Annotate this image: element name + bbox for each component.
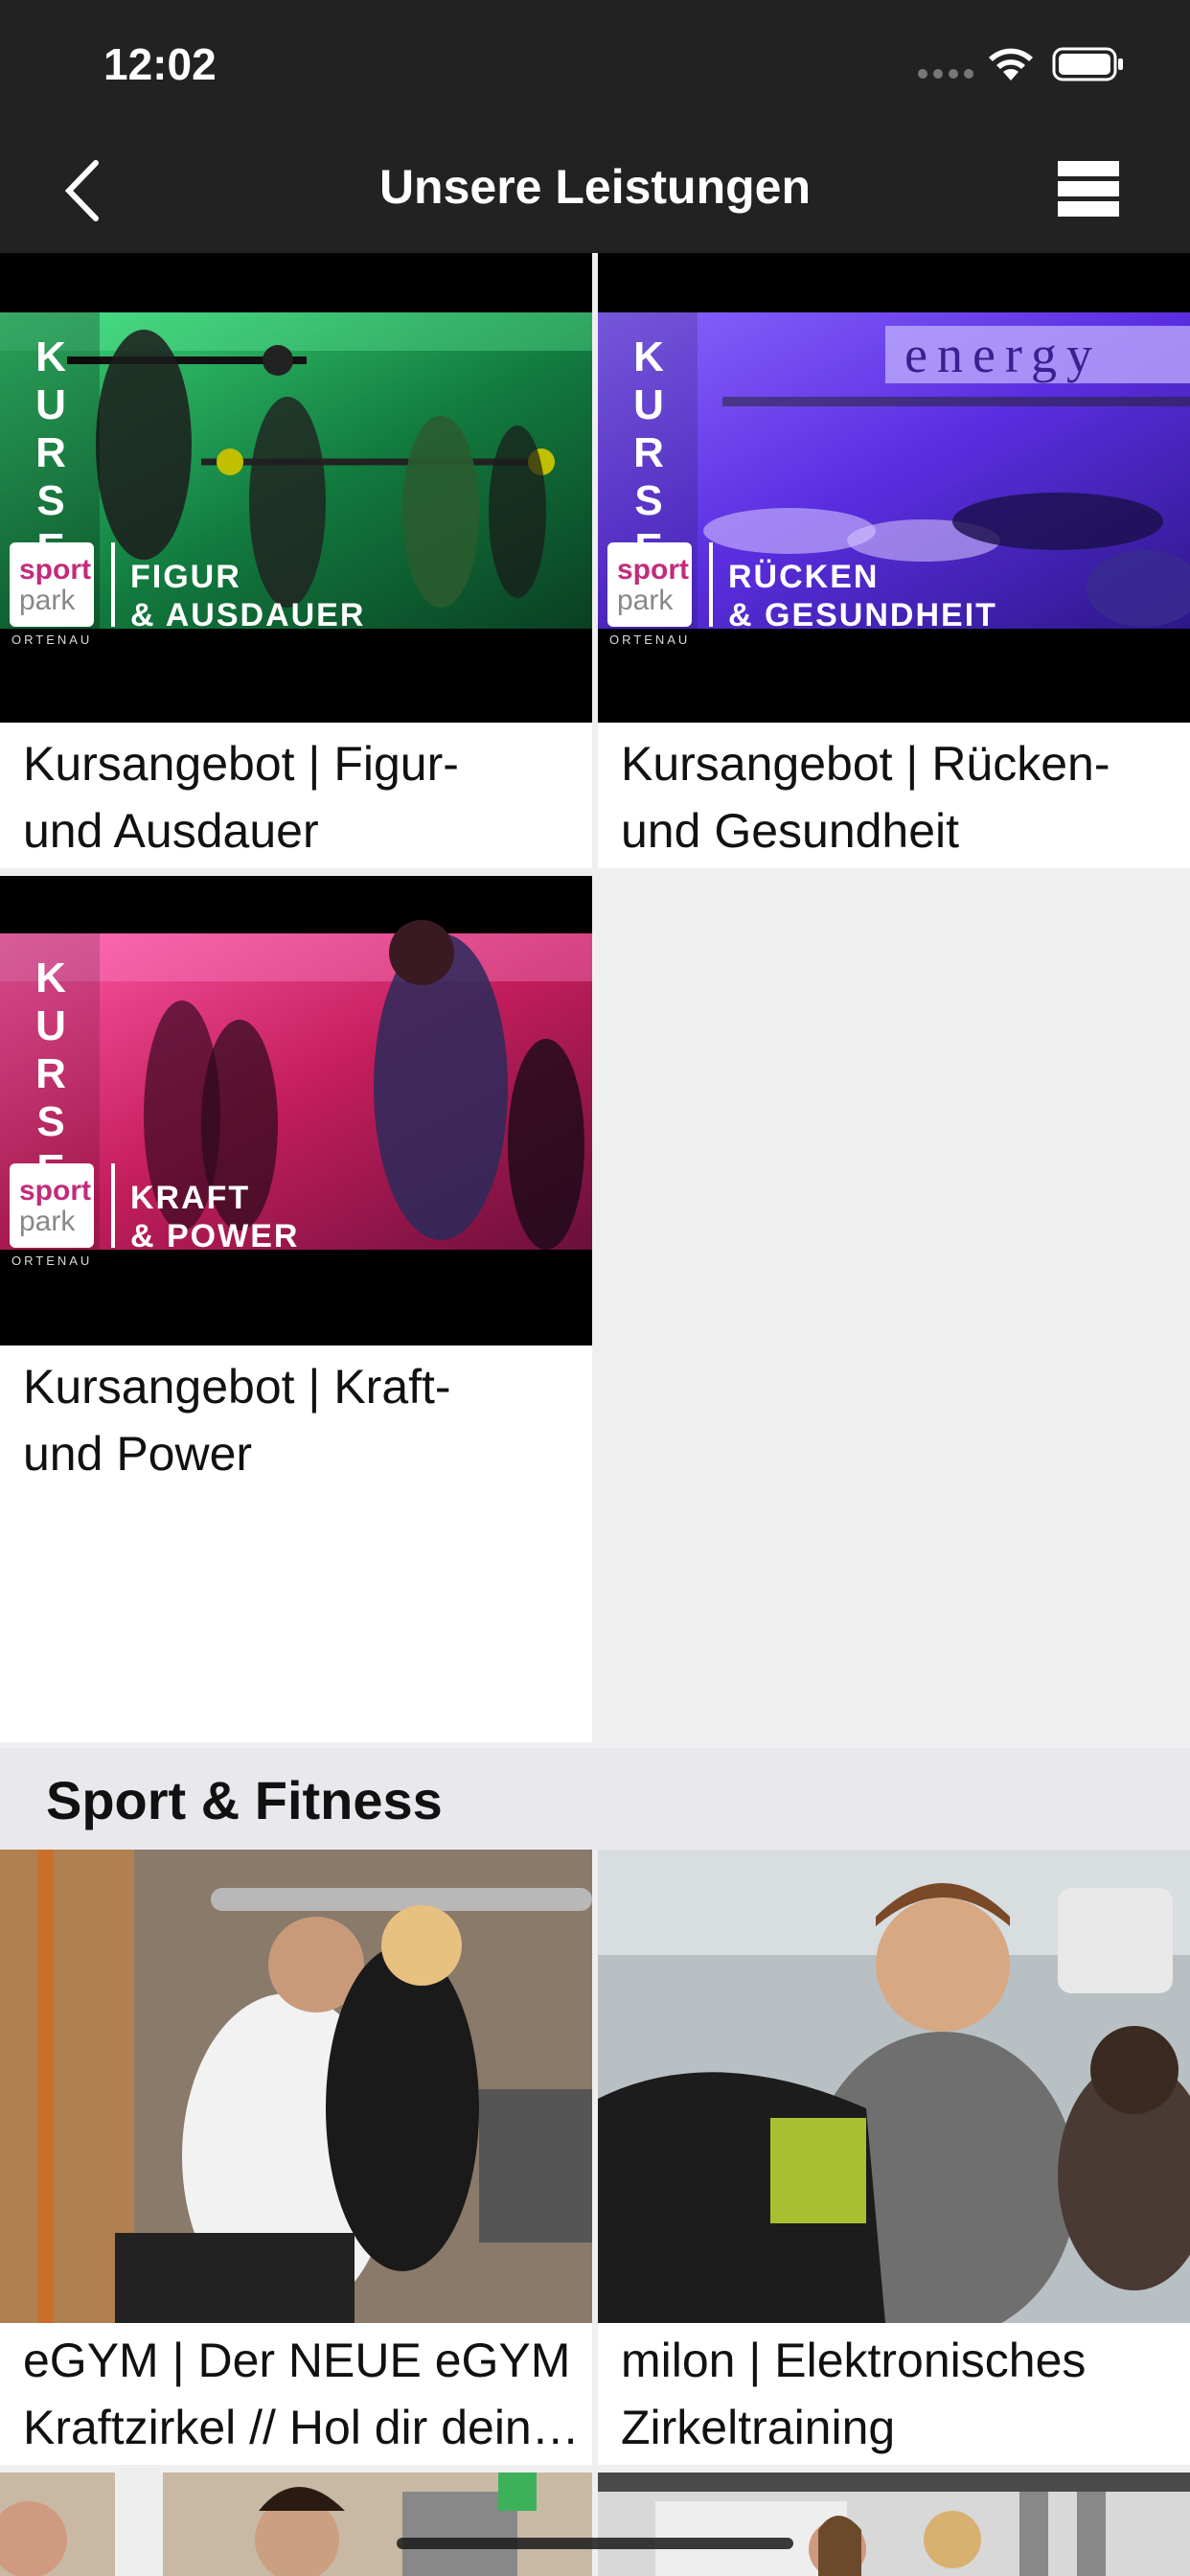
fitness-image	[0, 2472, 592, 2576]
fitness-tile-training[interactable]	[598, 2472, 1190, 2576]
course-image: KURSE sport park ORTENAU KRAFT& POWER	[0, 876, 592, 1346]
sportpark-logo: sport park	[10, 542, 94, 627]
fitness-tile-egym[interactable]: eGYM | Der NEUE eGYM Kraftzirkel // Hol …	[0, 1850, 592, 2465]
section-title: Sport & Fitness	[46, 1770, 443, 1830]
wifi-icon	[989, 48, 1033, 80]
fitness-image	[0, 1850, 592, 2323]
region-label: ORTENAU	[11, 1254, 93, 1268]
course-image: energy KURSE sport park ORTENAU RÜCKEN& …	[598, 253, 1190, 723]
region-label: ORTENAU	[11, 632, 93, 647]
banner-divider	[111, 1163, 115, 1248]
fitness-tile-milon[interactable]: milon | Elektronisches Zirkeltraining	[598, 1850, 1190, 2465]
cellular-signal-icon	[918, 69, 973, 79]
tile-caption: eGYM | Der NEUE eGYM Kraftzirkel // Hol …	[23, 2334, 573, 2454]
sportpark-logo: sport park	[10, 1163, 94, 1248]
kurse-label: KURSE	[633, 334, 664, 572]
home-indicator[interactable]	[397, 2538, 793, 2549]
tile-caption: Kursangebot | Kraft- und Power	[23, 1360, 451, 1481]
tile-caption: Kursangebot | Figur- und Ausdauer	[23, 737, 459, 858]
course-tile-figur-ausdauer[interactable]: KURSE sport park ORTENAU FIGUR& AUSDAUER…	[0, 253, 592, 868]
region-label: ORTENAU	[609, 632, 691, 647]
fitness-image	[598, 2472, 1190, 2576]
fitness-tile-cycling[interactable]	[0, 2472, 592, 2576]
tile-caption: milon | Elektronisches Zirkeltraining	[621, 2334, 1087, 2454]
kurse-label: KURSE	[35, 334, 66, 572]
menu-icon[interactable]	[1054, 159, 1123, 218]
status-bar: 12:02	[0, 0, 1190, 126]
navigation-bar: Unsere Leistungen	[0, 126, 1190, 253]
battery-icon	[1052, 47, 1123, 81]
page-title: Unsere Leistungen	[378, 160, 812, 214]
kurse-label: KURSE	[35, 954, 66, 1193]
fitness-image	[598, 1850, 1190, 2323]
course-tile-kraft-power[interactable]: KURSE sport park ORTENAU KRAFT& POWER Ku…	[0, 876, 592, 1742]
svg-text:energy: energy	[904, 326, 1102, 383]
banner-divider	[709, 542, 713, 627]
banner-text: RÜCKEN & GESUNDHEIT	[728, 559, 997, 633]
section-header-sport-fitness: Sport & Fitness	[0, 1748, 1190, 1850]
tile-caption: Kursangebot | Rücken- und Gesundheit	[621, 737, 1110, 858]
banner-divider	[111, 542, 115, 627]
course-image: KURSE sport park ORTENAU FIGUR& AUSDAUER	[0, 253, 592, 723]
course-tile-ruecken-gesundheit[interactable]: energy KURSE sport park ORTENAU RÜCKEN& …	[598, 253, 1190, 868]
sportpark-logo: sport park	[607, 542, 692, 627]
banner-text: FIGUR & AUSDAUER	[130, 559, 366, 633]
status-time: 12:02	[103, 39, 217, 89]
banner-text: KRAFT & POWER	[130, 1180, 300, 1254]
